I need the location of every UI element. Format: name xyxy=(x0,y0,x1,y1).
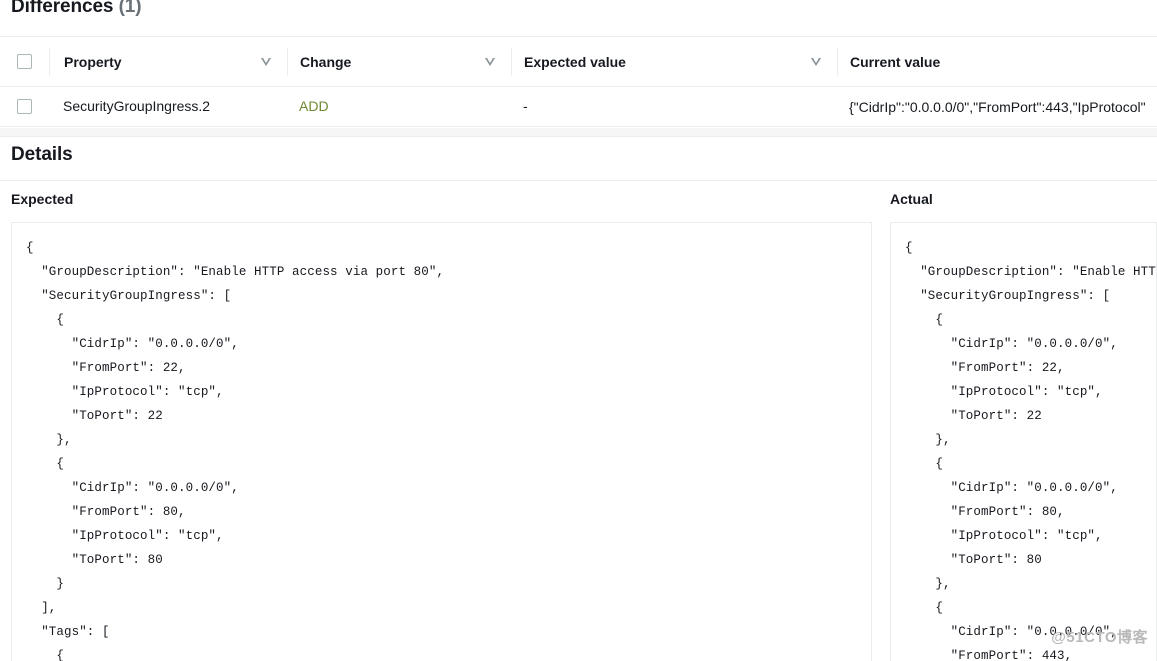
cell-property-value: SecurityGroupIngress.2 xyxy=(63,98,210,114)
details-divider xyxy=(0,180,1157,181)
cell-expected-value-text: - xyxy=(523,98,528,114)
column-header-change[interactable]: Change xyxy=(287,48,511,76)
column-header-property-label: Property xyxy=(64,54,122,70)
row-select-checkbox[interactable] xyxy=(17,99,32,114)
column-header-property[interactable]: Property xyxy=(49,48,287,76)
select-all-cell xyxy=(0,54,49,69)
sort-descending-icon[interactable] xyxy=(811,58,821,66)
cell-current-value-text: {"CidrIp":"0.0.0.0/0","FromPort":443,"Ip… xyxy=(849,99,1157,115)
actual-panel: Actual { "GroupDescription": "Enable HTT… xyxy=(890,190,1157,661)
table-row[interactable]: SecurityGroupIngress.2 ADD - {"CidrIp":"… xyxy=(0,87,1157,127)
select-all-checkbox[interactable] xyxy=(17,54,32,69)
actual-panel-label: Actual xyxy=(890,190,1157,208)
expected-panel-label: Expected xyxy=(11,190,872,208)
sort-descending-icon[interactable] xyxy=(261,58,271,66)
cell-current-value: {"CidrIp":"0.0.0.0/0","FromPort":443,"Ip… xyxy=(837,99,1157,115)
column-header-expected-value[interactable]: Expected value xyxy=(511,48,837,76)
cell-expected-value: - xyxy=(511,98,837,116)
drift-details-page: Differences (1) Property Change Expected… xyxy=(0,0,1157,661)
expected-code-content: { "GroupDescription": "Enable HTTP acces… xyxy=(12,223,871,661)
expected-code-box[interactable]: { "GroupDescription": "Enable HTTP acces… xyxy=(11,222,872,661)
status-badge: ADD xyxy=(299,98,329,114)
differences-heading: Differences (1) xyxy=(11,0,142,18)
cell-property: SecurityGroupIngress.2 xyxy=(49,98,287,116)
actual-code-box[interactable]: { "GroupDescription": "Enable HTTP acces… xyxy=(890,222,1157,661)
differences-table: Property Change Expected value Current v… xyxy=(0,36,1157,127)
cell-change: ADD xyxy=(287,98,511,116)
details-panels: Expected { "GroupDescription": "Enable H… xyxy=(0,190,1157,661)
row-select-cell xyxy=(0,99,49,114)
column-header-change-label: Change xyxy=(300,54,351,70)
actual-code-content: { "GroupDescription": "Enable HTTP acces… xyxy=(891,223,1156,661)
sort-descending-icon[interactable] xyxy=(485,58,495,66)
expected-panel: Expected { "GroupDescription": "Enable H… xyxy=(0,190,872,661)
column-header-expected-value-label: Expected value xyxy=(524,54,626,70)
differences-count: (1) xyxy=(119,0,142,17)
column-header-current-value-label: Current value xyxy=(850,54,940,70)
details-heading: Details xyxy=(11,144,73,166)
table-header-row: Property Change Expected value Current v… xyxy=(0,36,1157,87)
column-header-current-value[interactable]: Current value xyxy=(837,48,1157,76)
section-separator xyxy=(0,128,1157,137)
differences-heading-text: Differences xyxy=(11,0,113,17)
